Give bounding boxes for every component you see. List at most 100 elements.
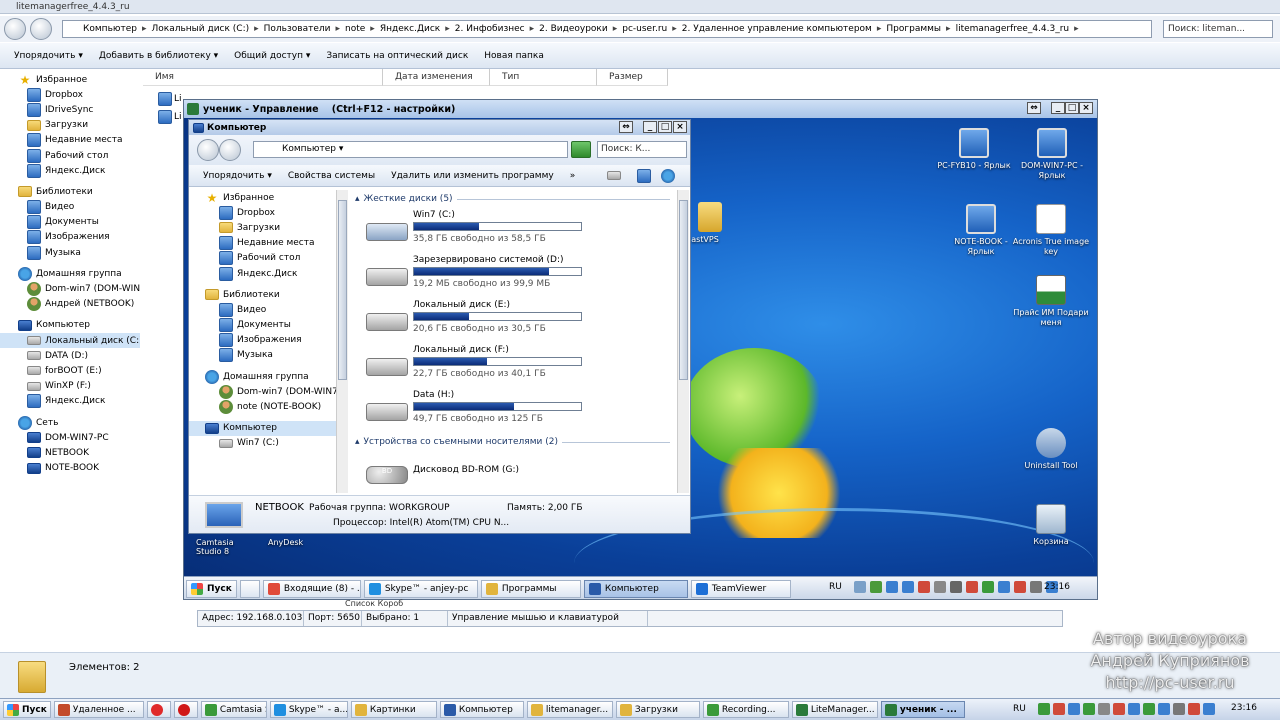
column-name[interactable]: Имя [143, 69, 383, 86]
desktop-icon-recycle-bin[interactable]: Корзина [1011, 504, 1091, 547]
tray-icon[interactable] [1113, 703, 1125, 715]
drive-item[interactable]: Win7 (C:) 35,8 ГБ свободно из 58,5 ГБ [351, 208, 676, 253]
remote-taskbar-button[interactable]: Skype™ - anjey-pc [363, 579, 478, 598]
remote-clock[interactable]: 23:16 [1044, 582, 1070, 592]
address-segment[interactable]: Программы [886, 24, 941, 34]
nav-item[interactable]: Видео [0, 200, 140, 215]
outer-address-field[interactable]: Компьютер ▸ Локальный диск (C:) ▸ Пользовате… [62, 20, 1152, 38]
taskbar-button[interactable]: Recording... [702, 701, 789, 718]
preview-pane-icon[interactable] [637, 168, 652, 183]
nav-item[interactable]: Домашняя группа [0, 266, 140, 281]
nav-item[interactable]: Компьютер [189, 420, 336, 436]
nav-item[interactable]: forBOOT (E:) [0, 363, 140, 378]
resize-icon[interactable]: ⇔ [1027, 102, 1041, 114]
chevron-right-icon[interactable]: ▸ [530, 24, 535, 34]
tray-icon[interactable] [918, 581, 930, 593]
address-segment[interactable]: 2. Удаленное управление компьютером [682, 24, 872, 34]
chevron-right-icon[interactable]: ▸ [142, 24, 147, 34]
tray-icon[interactable] [1188, 703, 1200, 715]
tray-icon[interactable] [950, 581, 962, 593]
refresh-icon[interactable] [571, 141, 591, 158]
inner-toolbar-button[interactable]: Свойства системы [286, 169, 377, 183]
group-header[interactable]: ▴ Устройства со съемными носителями (2) [351, 433, 676, 451]
nav-item[interactable]: DATA (D:) [0, 348, 140, 363]
toolbar-button[interactable]: Добавить в библиотеку ▾ [97, 49, 220, 63]
inner-toolbar-button[interactable]: Упорядочить ▾ [201, 169, 274, 183]
taskbar-button[interactable]: litemanager... [526, 701, 613, 718]
chevron-right-icon[interactable]: ▸ [877, 24, 882, 34]
tray-icon[interactable] [934, 581, 946, 593]
taskbar-button[interactable]: Camtasia St... [200, 701, 267, 718]
anydesk-desktop-label[interactable]: AnyDesk [268, 538, 303, 547]
group-header[interactable]: ▴ Жесткие диски (5) [351, 190, 676, 208]
tray-icon[interactable] [1083, 703, 1095, 715]
collapse-arrow-icon[interactable]: ▴ [355, 437, 360, 447]
nav-item[interactable]: Сеть [0, 415, 140, 430]
chevron-right-icon[interactable]: ▸ [613, 24, 618, 34]
nav-item[interactable]: Библиотеки [0, 184, 140, 199]
address-segment[interactable]: Локальный диск (C:) [151, 24, 249, 34]
tray-icon[interactable] [1068, 703, 1080, 715]
nav-item[interactable]: Загрузки [0, 118, 140, 133]
yandex-browser-icon[interactable] [146, 701, 171, 718]
address-segment[interactable]: litemanagerfree_4.4.3_ru [956, 24, 1070, 34]
nav-item[interactable]: DOM-WIN7-PC [0, 430, 140, 445]
chevron-right-icon[interactable]: ▸ [445, 24, 450, 34]
nav-item[interactable]: Домашняя группа [189, 369, 336, 384]
opera-icon[interactable] [173, 701, 198, 718]
nav-item[interactable]: note (NOTE-BOOK) [189, 399, 336, 415]
drive-item[interactable]: Локальный диск (E:) 20,6 ГБ свободно из 3… [351, 298, 676, 343]
inner-address-field[interactable]: Компьютер ▾ [253, 141, 568, 158]
remote-taskbar-button[interactable]: TeamViewer [690, 579, 791, 598]
chevron-right-icon[interactable]: ▸ [672, 24, 677, 34]
chevron-right-icon[interactable]: ▸ [254, 24, 259, 34]
maximize-button[interactable]: □ [1065, 102, 1079, 114]
nav-item[interactable]: Win7 (C:) [189, 436, 336, 451]
nav-item[interactable]: Dropbox [0, 87, 140, 102]
nav-item[interactable]: NETBOOK [0, 445, 140, 460]
show-desktop-button[interactable] [239, 579, 260, 598]
nav-item[interactable]: WinXP (F:) [0, 379, 140, 394]
desktop-icon-uninstall-tool[interactable]: Uninstall Tool [1011, 428, 1091, 471]
tray-icon[interactable] [870, 581, 882, 593]
address-segment[interactable]: note [345, 24, 365, 34]
address-segment[interactable]: 2. Видеоуроки [539, 24, 608, 34]
nav-item[interactable]: Музыка [0, 245, 140, 260]
close-button[interactable]: × [1079, 102, 1093, 114]
nav-item[interactable]: Недавние места [0, 133, 140, 148]
chevron-right-icon[interactable]: ▸ [1074, 24, 1079, 34]
nav-item[interactable]: Яндекс.Диск [189, 266, 336, 281]
taskbar-button[interactable]: Картинки [350, 701, 437, 718]
nav-item[interactable]: IDriveSync [0, 102, 140, 117]
chevron-right-icon[interactable]: ▸ [946, 24, 951, 34]
tray-icon[interactable] [1038, 703, 1050, 715]
nav-item[interactable]: Недавние места [189, 236, 336, 251]
nav-item[interactable]: Dropbox [189, 205, 336, 220]
nav-item[interactable]: ★ Избранное [189, 190, 336, 205]
address-segment[interactable]: Пользователи [264, 24, 331, 34]
resize-icon[interactable]: ⇔ [619, 121, 633, 133]
nav-item[interactable]: Музыка [189, 348, 336, 363]
nav-item[interactable]: Библиотеки [189, 287, 336, 302]
drive-item[interactable]: Зарезервировано системой (D:) 19,2 МБ сво… [351, 253, 676, 298]
start-button[interactable]: Пуск [3, 701, 51, 718]
nav-item[interactable]: Яндекс.Диск [0, 163, 140, 178]
tray-icon[interactable] [886, 581, 898, 593]
inner-back-button[interactable] [197, 139, 219, 161]
inner-toolbar-button[interactable]: » [568, 169, 578, 183]
nav-item[interactable]: Изображения [189, 333, 336, 348]
taskbar-button[interactable]: Загрузки [615, 701, 700, 718]
tray-icon[interactable] [998, 581, 1010, 593]
tray-icon[interactable] [902, 581, 914, 593]
toolbar-button[interactable]: Новая папка [482, 49, 546, 63]
toolbar-button[interactable]: Общий доступ ▾ [232, 49, 312, 63]
address-segment[interactable]: pc-user.ru [622, 24, 667, 34]
nav-item[interactable]: NOTE-BOOK [0, 461, 140, 476]
clock[interactable]: 23:16 [1231, 703, 1257, 713]
chevron-right-icon[interactable]: ▸ [335, 24, 340, 34]
taskbar-button[interactable]: ученик - ... [880, 701, 965, 718]
outer-search-input[interactable]: Поиск: liteman... [1163, 20, 1273, 38]
tray-icon[interactable] [1030, 581, 1042, 593]
language-indicator[interactable]: RU [1013, 704, 1026, 714]
taskbar-button[interactable]: Skype™ - a... [269, 701, 348, 718]
